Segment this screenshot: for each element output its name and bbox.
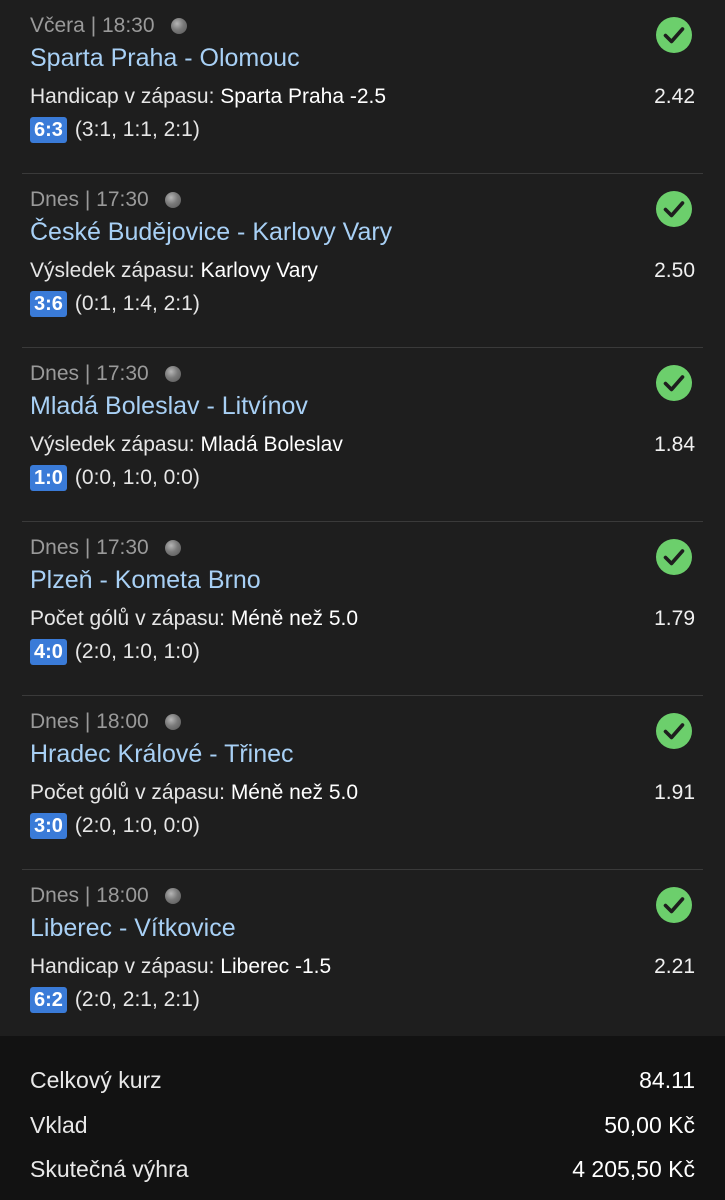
market-line: Počet gólů v zápasu: Méně než 5.0 <box>30 781 358 805</box>
market-line: Výsledek zápasu: Mladá Boleslav <box>30 433 343 457</box>
check-circle-icon <box>656 17 692 53</box>
market-pick: Sparta Praha -2.5 <box>220 85 387 108</box>
market-pick: Mladá Boleslav <box>200 433 343 456</box>
status-dot-icon <box>164 366 181 382</box>
score-badge: 6:3 <box>30 117 67 143</box>
bet-time-row: Dnes | 17:30 <box>30 534 181 562</box>
score-badge: 4:0 <box>30 639 67 665</box>
bet-odds: 1.79 <box>654 607 695 630</box>
period-scores: (2:0, 1:0, 0:0) <box>74 814 200 837</box>
market-pick: Méně než 5.0 <box>230 781 359 804</box>
market-label: Počet gólů v zápasu: <box>30 781 225 804</box>
bet-list: Včera | 18:30 Sparta Praha - Olomouc Han… <box>0 0 725 1044</box>
status-dot-icon <box>164 192 181 208</box>
bet-summary: Celkový kurz 84.11 Vklad 50,00 Kč Skuteč… <box>0 1036 725 1200</box>
total-odds-label: Celkový kurz <box>30 1066 162 1093</box>
period-scores: (3:1, 1:1, 2:1) <box>74 118 200 141</box>
total-odds-value: 84.11 <box>639 1066 695 1093</box>
bet-odds: 2.42 <box>654 85 695 108</box>
bet-time-row: Včera | 18:30 <box>30 12 187 40</box>
bet-time-row: Dnes | 17:30 <box>30 360 181 388</box>
bet-row[interactable]: Dnes | 18:00 Liberec - Vítkovice Handica… <box>0 870 725 1044</box>
stake-label: Vklad <box>30 1111 88 1138</box>
stake-value: 50,00 Kč <box>604 1111 695 1138</box>
bet-odds: 1.84 <box>654 433 695 456</box>
win-label: Skutečná výhra <box>30 1155 189 1182</box>
score-line: 3:6 (0:1, 1:4, 2:1) <box>30 290 200 318</box>
bet-time: Včera | 18:30 <box>30 14 155 37</box>
bet-row[interactable]: Dnes | 17:30 České Budějovice - Karlovy … <box>0 174 725 348</box>
score-line: 3:0 (2:0, 1:0, 0:0) <box>30 812 200 840</box>
check-circle-icon <box>656 713 692 749</box>
status-dot-icon <box>164 540 181 556</box>
check-circle-icon <box>656 539 692 575</box>
match-name-link[interactable]: Sparta Praha - Olomouc <box>30 44 300 73</box>
market-label: Výsledek zápasu: <box>30 433 195 456</box>
bet-row[interactable]: Dnes | 17:30 Mladá Boleslav - Litvínov V… <box>0 348 725 522</box>
market-pick: Karlovy Vary <box>200 259 318 282</box>
bet-time: Dnes | 17:30 <box>30 362 149 385</box>
score-badge: 3:6 <box>30 291 67 317</box>
stake-row: Vklad 50,00 Kč <box>30 1108 695 1142</box>
market-label: Počet gólů v zápasu: <box>30 607 225 630</box>
bet-odds: 1.91 <box>654 781 695 804</box>
total-odds-row: Celkový kurz 84.11 <box>30 1063 695 1097</box>
market-label: Handicap v zápasu: <box>30 85 215 108</box>
bet-odds: 2.21 <box>654 955 695 978</box>
status-dot-icon <box>170 18 187 34</box>
bet-row[interactable]: Dnes | 17:30 Plzeň - Kometa Brno Počet g… <box>0 522 725 696</box>
bet-time: Dnes | 17:30 <box>30 188 149 211</box>
market-line: Handicap v zápasu: Sparta Praha -2.5 <box>30 85 386 109</box>
bet-time-row: Dnes | 18:00 <box>30 882 181 910</box>
bet-time-row: Dnes | 17:30 <box>30 186 181 214</box>
check-circle-icon <box>656 191 692 227</box>
market-pick: Liberec -1.5 <box>220 955 332 978</box>
match-name-link[interactable]: Plzeň - Kometa Brno <box>30 566 261 595</box>
period-scores: (2:0, 2:1, 2:1) <box>74 988 200 1011</box>
status-dot-icon <box>164 714 181 730</box>
market-pick: Méně než 5.0 <box>230 607 359 630</box>
period-scores: (0:1, 1:4, 2:1) <box>74 292 200 315</box>
win-value: 4 205,50 Kč <box>572 1155 695 1182</box>
score-line: 4:0 (2:0, 1:0, 1:0) <box>30 638 200 666</box>
score-badge: 1:0 <box>30 465 67 491</box>
bet-time: Dnes | 18:00 <box>30 884 149 907</box>
status-dot-icon <box>164 888 181 904</box>
period-scores: (2:0, 1:0, 1:0) <box>74 640 200 663</box>
check-circle-icon <box>656 887 692 923</box>
match-name-link[interactable]: Liberec - Vítkovice <box>30 914 236 943</box>
match-name-link[interactable]: Hradec Králové - Třinec <box>30 740 294 769</box>
market-line: Počet gólů v zápasu: Méně než 5.0 <box>30 607 358 631</box>
match-name-link[interactable]: České Budějovice - Karlovy Vary <box>30 218 392 247</box>
bet-time: Dnes | 18:00 <box>30 710 149 733</box>
bet-row[interactable]: Dnes | 18:00 Hradec Králové - Třinec Poč… <box>0 696 725 870</box>
win-row: Skutečná výhra 4 205,50 Kč <box>30 1152 695 1186</box>
bet-time-row: Dnes | 18:00 <box>30 708 181 736</box>
score-badge: 3:0 <box>30 813 67 839</box>
score-line: 6:2 (2:0, 2:1, 2:1) <box>30 986 200 1014</box>
market-line: Výsledek zápasu: Karlovy Vary <box>30 259 318 283</box>
bet-row[interactable]: Včera | 18:30 Sparta Praha - Olomouc Han… <box>0 0 725 174</box>
score-line: 1:0 (0:0, 1:0, 0:0) <box>30 464 200 492</box>
score-badge: 6:2 <box>30 987 67 1013</box>
bet-time: Dnes | 17:30 <box>30 536 149 559</box>
market-line: Handicap v zápasu: Liberec -1.5 <box>30 955 331 979</box>
period-scores: (0:0, 1:0, 0:0) <box>74 466 200 489</box>
check-circle-icon <box>656 365 692 401</box>
market-label: Výsledek zápasu: <box>30 259 195 282</box>
market-label: Handicap v zápasu: <box>30 955 215 978</box>
bet-odds: 2.50 <box>654 259 695 282</box>
match-name-link[interactable]: Mladá Boleslav - Litvínov <box>30 392 308 421</box>
score-line: 6:3 (3:1, 1:1, 2:1) <box>30 116 200 144</box>
